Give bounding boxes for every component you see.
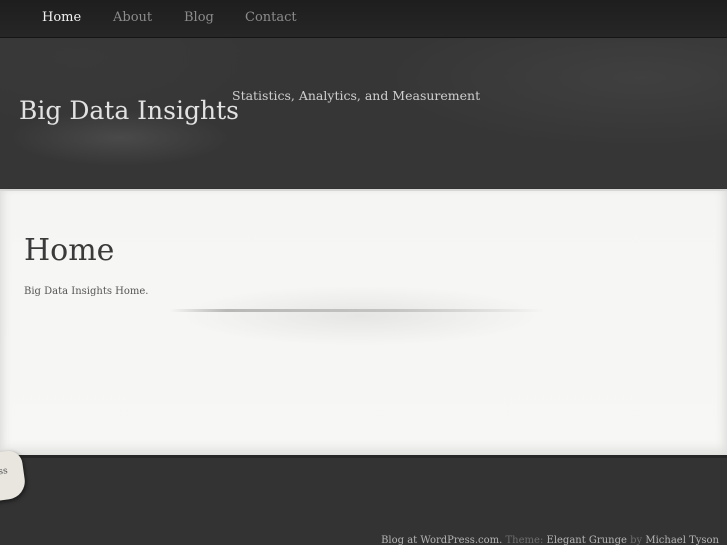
theme-label: Theme:: [505, 535, 544, 545]
nav-item-contact[interactable]: Contact: [245, 10, 297, 25]
site-header: Big Data Insights Statistics, Analytics,…: [0, 38, 727, 188]
theme-link[interactable]: Elegant Grunge: [547, 535, 627, 545]
nav-item-blog[interactable]: Blog: [184, 10, 214, 25]
page-body-text: Big Data Insights Home.: [24, 286, 149, 297]
author-link[interactable]: Michael Tyson: [645, 535, 719, 545]
footer-credits: Blog at WordPress.com. Theme: Elegant Gr…: [381, 535, 719, 545]
nav-item-about[interactable]: About: [113, 10, 152, 25]
wordpress-link[interactable]: Blog at WordPress.com.: [381, 535, 502, 545]
site-title[interactable]: Big Data Insights: [19, 96, 239, 125]
site-tagline: Statistics, Analytics, and Measurement: [232, 88, 481, 103]
nav-item-home[interactable]: Home: [42, 10, 81, 25]
content-divider: [170, 309, 545, 312]
main-content-panel: Home Big Data Insights Home.: [0, 189, 727, 458]
by-label: by: [630, 535, 643, 545]
page-title: Home: [24, 233, 115, 268]
page: Home About Blog Contact Big Data Insight…: [0, 0, 727, 545]
site-footer: Blog at WordPress.com. Theme: Elegant Gr…: [0, 456, 727, 545]
top-navigation-bar: Home About Blog Contact: [0, 0, 727, 38]
